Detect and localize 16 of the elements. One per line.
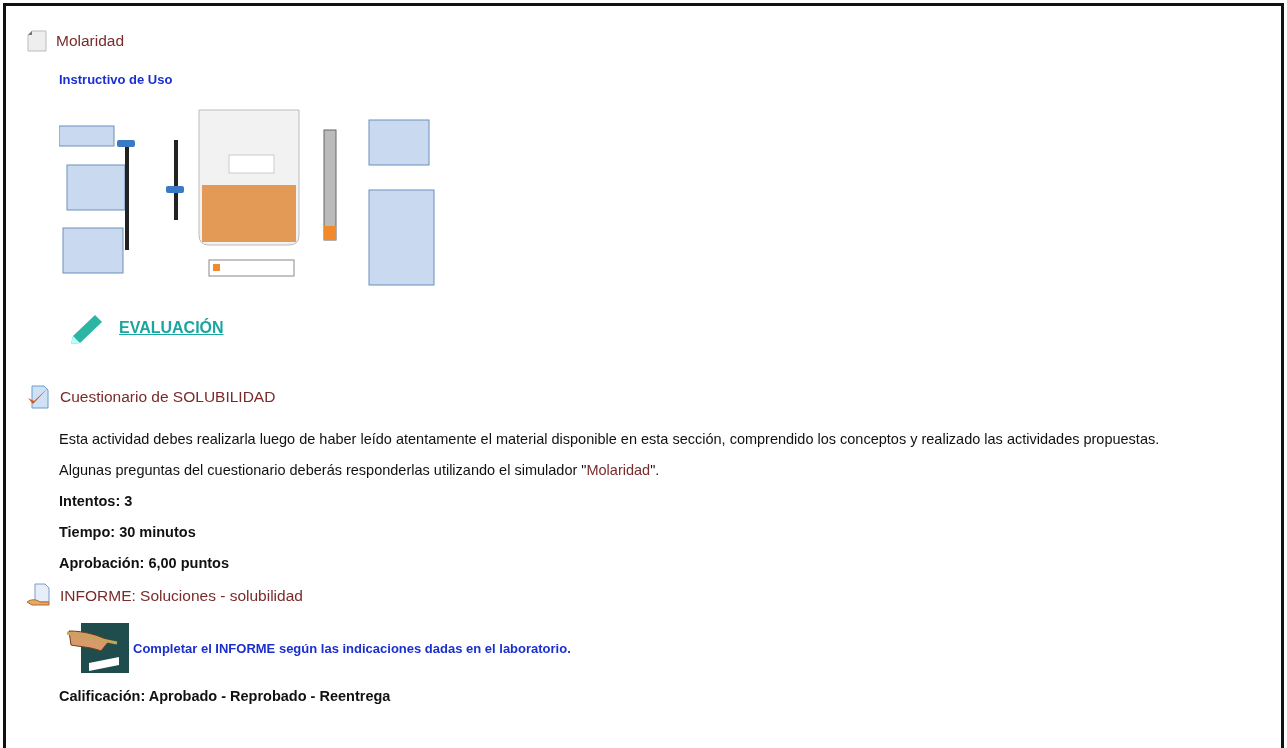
instructions-link[interactable]: Instructivo de Uso	[59, 72, 173, 87]
activity-title-link[interactable]: INFORME: Soluciones - solubilidad	[60, 587, 303, 605]
simulator-link[interactable]: Molaridad	[586, 462, 651, 478]
info-text: Aprobación: 6,00 puntos	[59, 554, 230, 573]
report-link[interactable]: Completar el INFORME según las indicaciones dadas en el laboratorio.	[133, 640, 571, 656]
activity-title-link[interactable]: Cuestionario de SOLUBILIDAD	[60, 388, 276, 406]
hand-document-icon	[26, 583, 52, 609]
pencil-icon	[69, 312, 105, 344]
info-text: Intentos: 3	[59, 492, 134, 511]
activity-title-link[interactable]: Molaridad	[56, 32, 125, 50]
description-text: Algunas preguntas del cuestionario deberás responderlas utilizando el simulador "Molaridad".	[59, 461, 661, 480]
info-text: Calificación: Aprobado - Reprobado - Reentrega	[59, 687, 392, 706]
description-text: Esta actividad debes realizarla luego de haber leído atentamente el material disponible en esta sección, comprendido los conceptos y realizado las actividades propuestas.	[59, 430, 1161, 449]
checklist-icon	[26, 384, 52, 410]
info-text: Tiempo: 30 minutos	[59, 523, 197, 542]
page-icon	[26, 30, 48, 52]
